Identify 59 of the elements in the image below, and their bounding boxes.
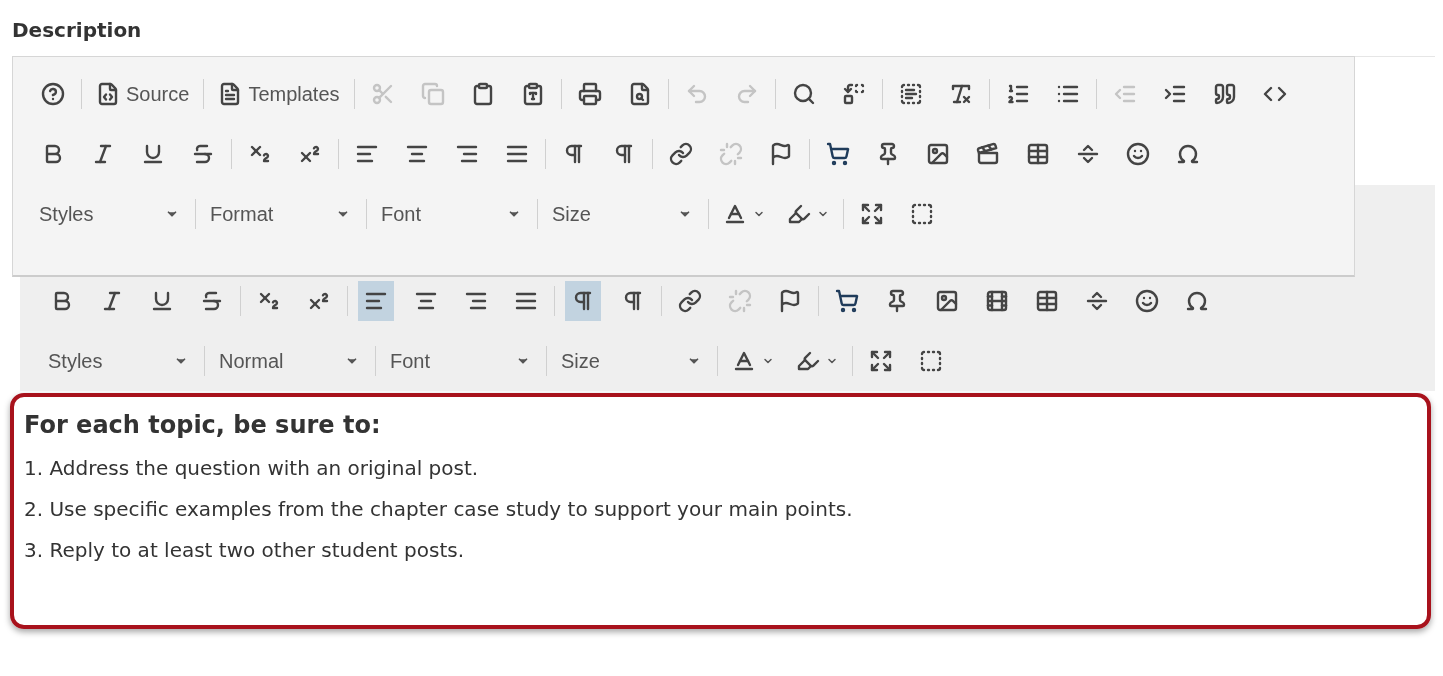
flag-icon [778, 289, 802, 313]
dropdown[interactable]: Size [557, 344, 707, 378]
search-icon [791, 82, 816, 106]
clapperboard-icon [976, 142, 1000, 166]
pilcrow-button[interactable] [565, 281, 601, 321]
table-icon [1026, 142, 1050, 166]
table-icon [1035, 289, 1059, 313]
text-color-icon [732, 349, 756, 373]
replace-icon [841, 82, 866, 106]
smiley-icon [1135, 289, 1159, 313]
numbered-list-icon [1005, 82, 1030, 106]
align-left-button[interactable] [358, 281, 394, 321]
strikethrough-icon [191, 142, 215, 166]
code-document-icon [96, 82, 120, 106]
expand-icon [860, 202, 884, 226]
cart-icon [826, 142, 850, 166]
quote-icon [1212, 82, 1237, 106]
dropdown[interactable]: Normal [215, 344, 365, 378]
horizontal-rule-icon [1076, 142, 1100, 166]
dropdown[interactable]: Size [548, 197, 698, 231]
dropdown[interactable]: Styles [44, 344, 194, 378]
content-paragraph: 3. Reply to at least two other student posts. [24, 538, 466, 562]
flag-icon [769, 142, 793, 166]
link-icon [678, 289, 702, 313]
strikethrough-icon [200, 289, 224, 313]
unlink-icon [728, 289, 752, 313]
help-icon [41, 82, 65, 106]
content-heading: For each topic, be sure to: [24, 411, 382, 439]
link-icon [669, 142, 693, 166]
film-icon [985, 289, 1009, 313]
code-document-button[interactable]: Source [92, 77, 194, 111]
unlink-icon [719, 142, 743, 166]
omega-icon [1185, 289, 1209, 313]
document-button[interactable]: Templates [214, 77, 344, 111]
dashed-square-icon [910, 202, 934, 226]
dashed-square-icon [919, 349, 943, 373]
text-select-icon [898, 82, 923, 106]
dropdown[interactable]: Font [386, 344, 536, 378]
content-paragraph: 1. Address the question with an original post. [24, 456, 480, 480]
smiley-icon [1126, 142, 1150, 166]
horizontal-rule-icon [1085, 289, 1109, 313]
cart-icon [835, 289, 859, 313]
field-label: Description [11, 18, 143, 44]
highlighter-icon [787, 202, 811, 226]
omega-icon [1176, 142, 1200, 166]
content-paragraph: 2. Use specific examples from the chapter case study to support your main points. [24, 497, 854, 521]
dropdown[interactable]: Styles [35, 197, 185, 231]
printer-icon [577, 82, 602, 106]
dropdown[interactable]: Format [206, 197, 356, 231]
copy-icon [420, 82, 445, 106]
highlighter-icon [796, 349, 820, 373]
underline-icon [150, 289, 174, 313]
image-icon [935, 289, 959, 313]
underline-icon [141, 142, 165, 166]
text-color-icon [723, 202, 747, 226]
image-icon [926, 142, 950, 166]
dropdown[interactable]: Font [377, 197, 527, 231]
expand-icon [869, 349, 893, 373]
scissors-icon [370, 82, 395, 106]
